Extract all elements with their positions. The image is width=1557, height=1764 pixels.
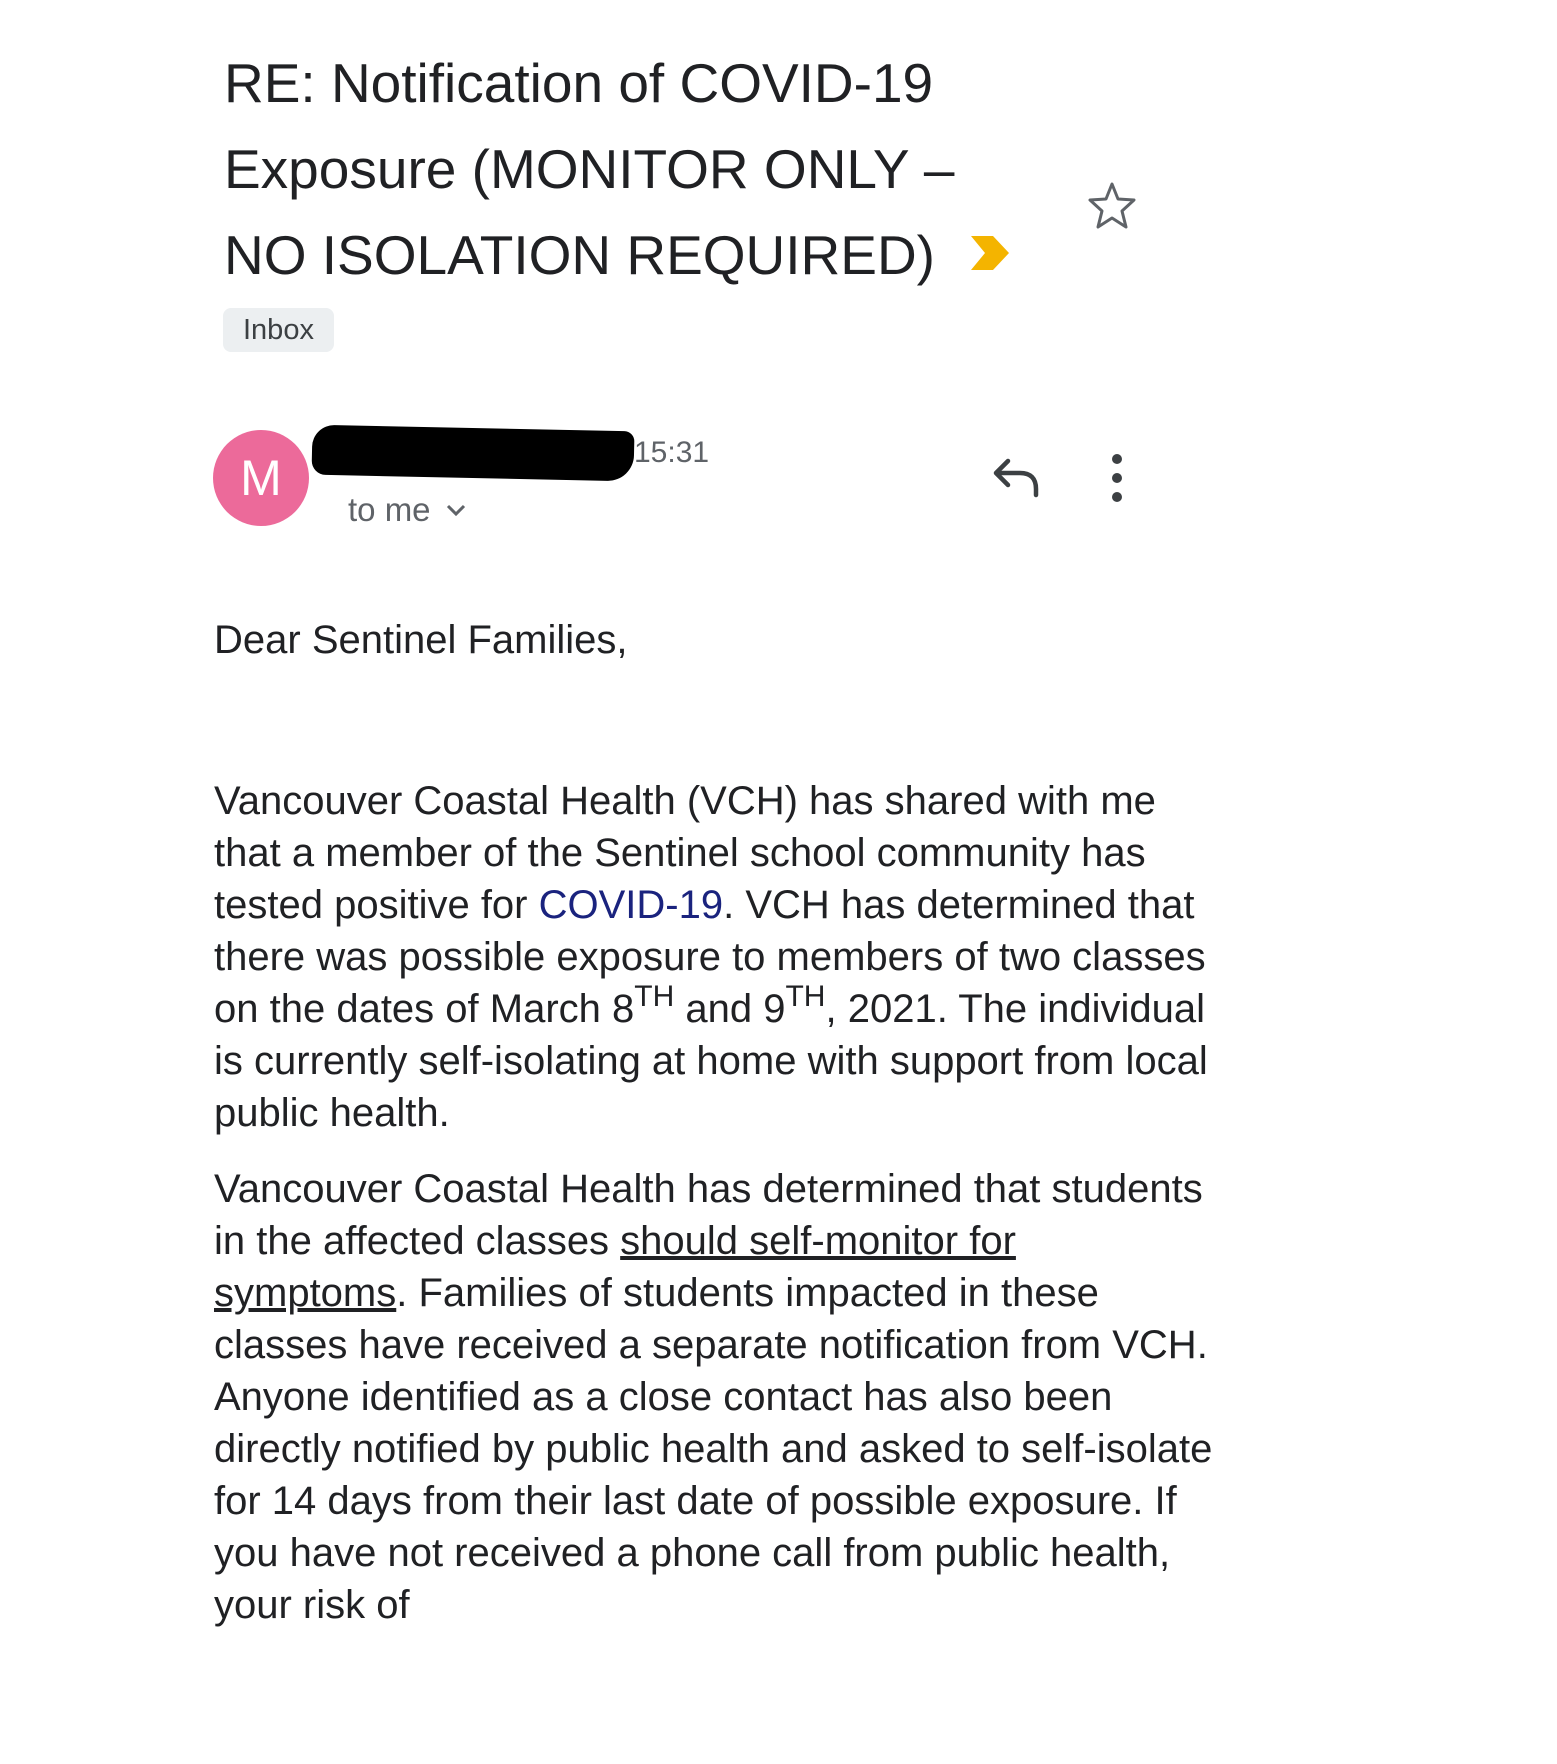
chevron-down-icon bbox=[446, 504, 465, 517]
email-subject: RE: Notification of COVID-19 Exposure (M… bbox=[224, 40, 1044, 298]
subject-line-3: NO ISOLATION REQUIRED) bbox=[224, 212, 1044, 298]
more-dot bbox=[1112, 454, 1122, 464]
recipient-label: to me bbox=[348, 491, 431, 528]
star-icon[interactable] bbox=[1086, 180, 1138, 230]
recipient-toggle[interactable]: to me bbox=[348, 491, 467, 529]
more-dot bbox=[1112, 473, 1122, 483]
sender-name-redacted bbox=[311, 424, 635, 482]
avatar[interactable]: M bbox=[213, 430, 309, 526]
subject-line-1: RE: Notification of COVID-19 bbox=[224, 52, 934, 114]
body-paragraph-1: Vancouver Coastal Health (VCH) has share… bbox=[214, 775, 1214, 1139]
body-greeting: Dear Sentinel Families, bbox=[214, 618, 628, 662]
p2-text-b: . Families of students impacted in these… bbox=[214, 1271, 1213, 1627]
p1-sup-2: TH bbox=[785, 979, 826, 1013]
covid-link[interactable]: COVID-19 bbox=[539, 883, 724, 927]
subject-line-2: Exposure (MONITOR ONLY – bbox=[224, 138, 955, 200]
label-chip-inbox[interactable]: Inbox bbox=[223, 308, 334, 352]
more-options-icon[interactable] bbox=[1100, 454, 1134, 502]
message-time: 15:31 bbox=[634, 436, 710, 469]
more-dot bbox=[1112, 492, 1122, 502]
p1-sup-1: TH bbox=[634, 979, 675, 1013]
reply-icon[interactable] bbox=[990, 455, 1042, 499]
importance-marker-icon[interactable] bbox=[969, 234, 1011, 272]
subject-line-3-text: NO ISOLATION REQUIRED) bbox=[224, 224, 935, 286]
body-paragraph-2: Vancouver Coastal Health has determined … bbox=[214, 1163, 1214, 1631]
p1-text-c: and 9 bbox=[674, 987, 786, 1031]
message-body: Dear Sentinel Families, Vancouver Coasta… bbox=[214, 614, 1214, 1655]
